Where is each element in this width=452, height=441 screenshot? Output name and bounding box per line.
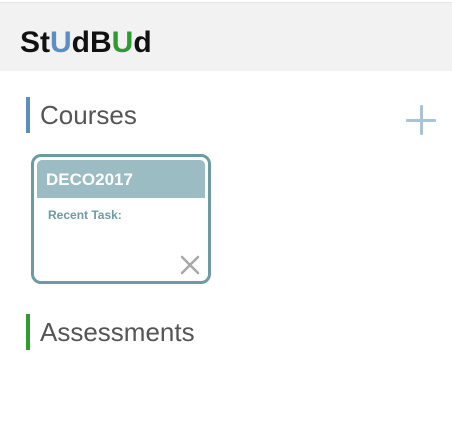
course-card-header: DECO2017: [37, 160, 205, 198]
assessments-section-heading: Assessments: [26, 314, 195, 350]
courses-title: Courses: [40, 100, 137, 130]
recent-task-label: Recent Task:: [48, 208, 122, 222]
logo-part: St: [20, 26, 50, 59]
course-code: DECO2017: [46, 170, 133, 189]
close-icon[interactable]: [179, 254, 201, 276]
logo-part: U: [111, 26, 134, 59]
logo-part: d: [133, 26, 152, 59]
app-logo[interactable]: StUdBUd: [20, 26, 152, 60]
course-card[interactable]: DECO2017 Recent Task:: [31, 154, 211, 284]
courses-section-heading: Courses: [26, 97, 137, 133]
logo-part: dB: [71, 26, 112, 59]
assessments-title: Assessments: [40, 317, 195, 347]
section-accent-bar: [26, 97, 30, 133]
page: StUdBUd Courses DECO2017 Recent Task: As…: [0, 0, 452, 441]
logo-part: U: [50, 26, 72, 59]
add-course-button[interactable]: [404, 103, 438, 137]
app-header: StUdBUd: [0, 2, 452, 71]
section-accent-bar: [26, 314, 30, 350]
